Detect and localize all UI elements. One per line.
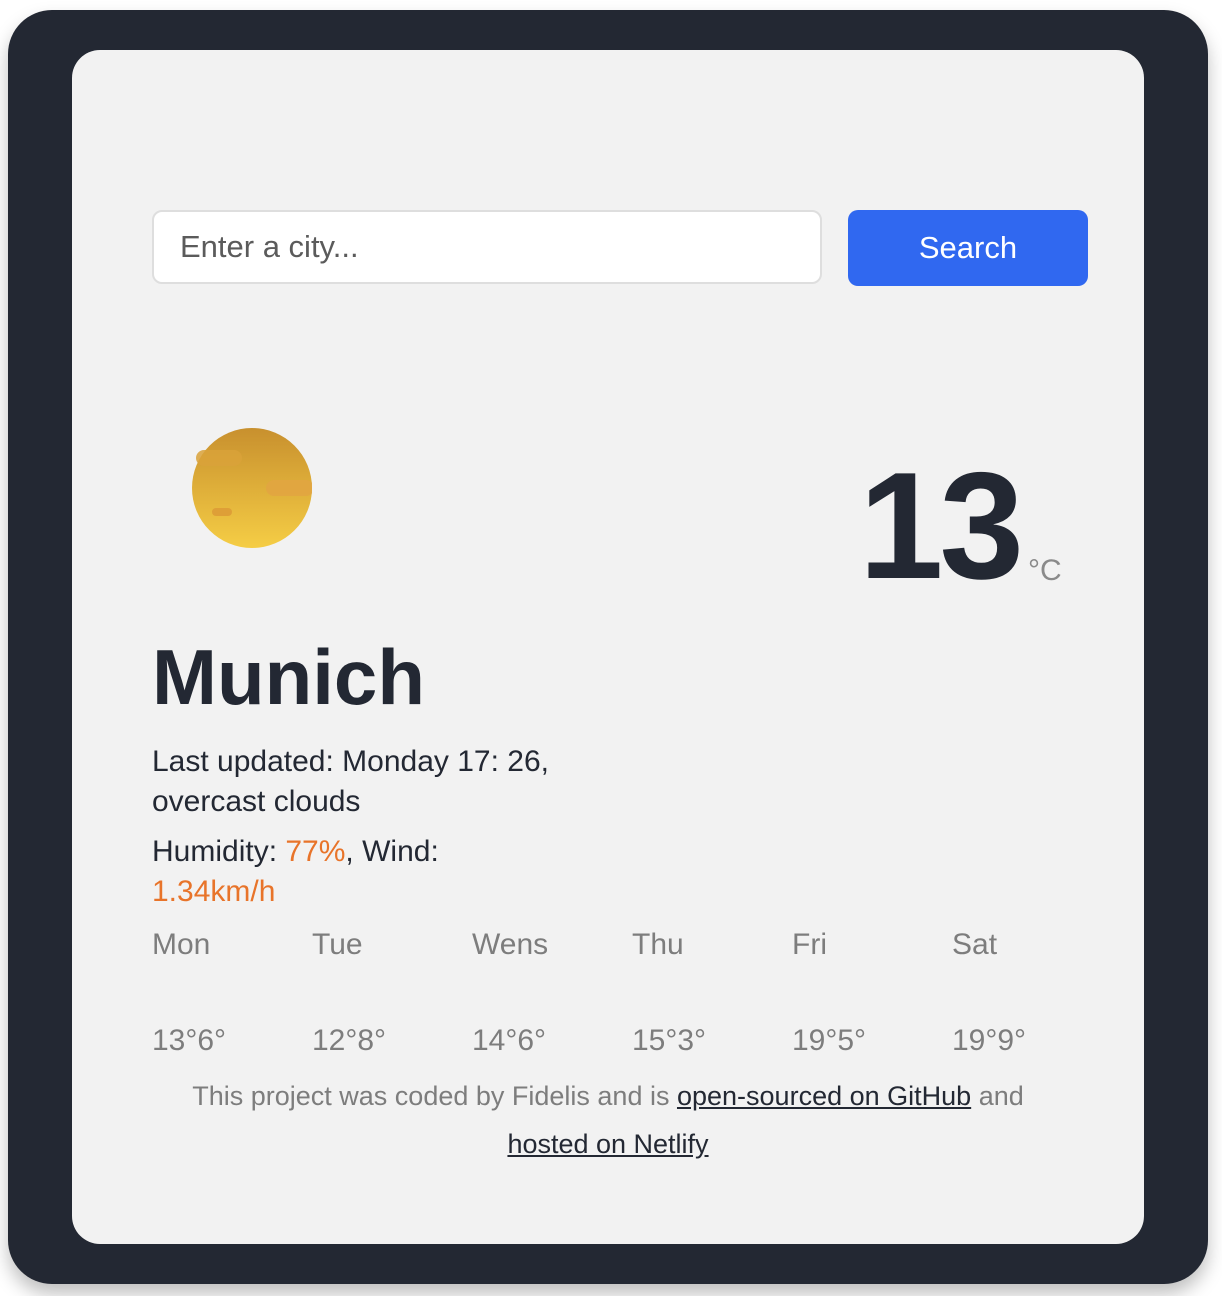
forecast-day-temps: 13°6° <box>152 1024 227 1057</box>
forecast-day-temps: 19°9° <box>952 1024 1027 1057</box>
forecast-day-name: Thu <box>632 928 684 961</box>
city-search-input[interactable] <box>152 210 822 284</box>
city-name: Munich <box>152 633 425 721</box>
forecast: Mon 13°6° Tue 12°8° Wens 14°6° Thu 15°3°… <box>152 924 1112 1064</box>
forecast-day-temps: 19°5° <box>792 1024 867 1057</box>
forecast-day-temps: 15°3° <box>632 1024 707 1057</box>
app-frame: Search 13 °C Munich Last updated: Monday… <box>8 10 1208 1284</box>
wind-value: 1.34km/h <box>152 875 276 908</box>
forecast-day-temps: 12°8° <box>312 1024 387 1057</box>
footer: This project was coded by Fidelis and is… <box>152 1072 1064 1168</box>
current-temperature: 13 <box>858 441 1024 611</box>
weather-details: Last updated: Monday 17: 26, overcast clo… <box>152 742 622 922</box>
wind-label: Wind: <box>362 835 439 868</box>
search-button[interactable]: Search <box>848 210 1088 286</box>
forecast-day-name: Tue <box>312 928 363 961</box>
humidity-label: Humidity: <box>152 835 278 868</box>
humidity-wind: Humidity: 77%, Wind: 1.34km/h <box>152 832 622 912</box>
humidity-value: 77% <box>285 835 346 868</box>
forecast-day-temps: 14°6° <box>472 1024 547 1057</box>
weather-card: Search 13 °C Munich Last updated: Monday… <box>72 50 1144 1244</box>
temperature-unit[interactable]: °C <box>1028 554 1062 588</box>
forecast-day-name: Sat <box>952 928 998 961</box>
last-updated-label: Last updated: <box>152 745 334 778</box>
forecast-day-name: Wens <box>472 928 549 961</box>
forecast-day-name: Fri <box>792 928 827 961</box>
last-updated-value: Monday 17: 26, <box>342 745 549 778</box>
footer-text-and: and <box>978 1081 1024 1111</box>
netlify-link[interactable]: hosted on Netlify <box>507 1129 708 1159</box>
github-link[interactable]: open-sourced on GitHub <box>677 1081 971 1111</box>
separator: , <box>345 835 354 868</box>
last-updated: Last updated: Monday 17: 26, overcast clo… <box>152 742 622 822</box>
weather-description: overcast clouds <box>152 785 361 818</box>
footer-text: This project was coded by Fidelis and is <box>192 1081 670 1111</box>
forecast-day-name: Mon <box>152 928 211 961</box>
sun-haze-icon <box>192 428 312 548</box>
